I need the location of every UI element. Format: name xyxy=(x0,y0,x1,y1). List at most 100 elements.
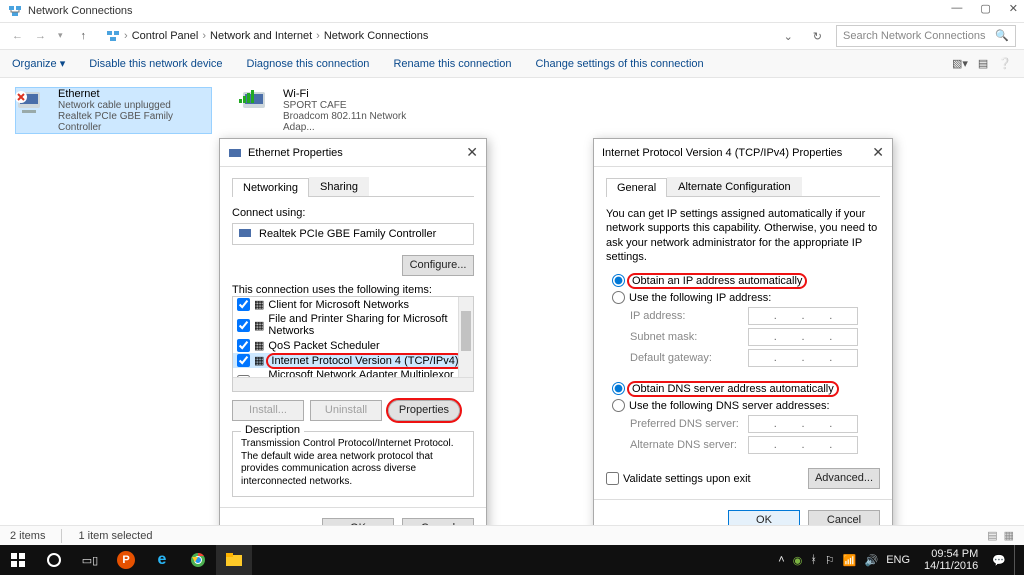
tab-strip: General Alternate Configuration xyxy=(606,177,880,197)
rename-button[interactable]: Rename this connection xyxy=(393,58,511,70)
tab-strip: Networking Sharing xyxy=(232,177,474,197)
configure-button[interactable]: Configure... xyxy=(402,255,474,276)
chevron-right-icon: › xyxy=(120,30,132,42)
adapter-ethernet[interactable]: Ethernet Network cable unplugged Realtek… xyxy=(16,88,211,133)
taskbar-app-potplayer[interactable]: P xyxy=(108,545,144,575)
adapter-device: Broadcom 802.11n Network Adap... xyxy=(283,111,436,133)
status-selection-count: 1 item selected xyxy=(78,530,152,542)
adapter-status: SPORT CAFE xyxy=(283,100,436,111)
signal-bars-icon xyxy=(239,90,271,122)
ip-auto-radio[interactable] xyxy=(612,274,625,287)
tray-volume-icon[interactable]: 🔊 xyxy=(865,554,879,567)
taskbar-app-explorer[interactable] xyxy=(216,545,252,575)
nav-forward-button[interactable]: → xyxy=(31,30,50,42)
disable-device-button[interactable]: Disable this network device xyxy=(89,58,222,70)
nav-back-button[interactable]: ← xyxy=(8,30,27,42)
action-center-button[interactable]: 💬 xyxy=(992,554,1006,567)
item-label: QoS Packet Scheduler xyxy=(268,340,379,352)
dns-manual-radio[interactable] xyxy=(612,399,625,412)
subnet-mask-input: ... xyxy=(748,328,858,346)
view-dropdown-button[interactable]: ▧▾ xyxy=(952,57,968,70)
network-connections-icon xyxy=(8,4,22,18)
tab-alternate-configuration[interactable]: Alternate Configuration xyxy=(667,177,802,196)
circle-icon xyxy=(47,553,61,567)
tab-networking[interactable]: Networking xyxy=(232,178,309,197)
ip-manual-radio[interactable] xyxy=(612,291,625,304)
dns-auto-radio[interactable] xyxy=(612,382,625,395)
ip-address-input: ... xyxy=(748,307,858,325)
list-item[interactable]: ▦Client for Microsoft Networks xyxy=(233,297,473,312)
taskbar-clock[interactable]: 09:54 PM 14/11/2016 xyxy=(918,548,984,572)
show-desktop-button[interactable] xyxy=(1014,545,1020,575)
tray-show-hidden-button[interactable]: ˄ xyxy=(778,554,784,566)
start-button[interactable] xyxy=(0,545,36,575)
search-input[interactable]: Search Network Connections 🔍 xyxy=(836,25,1016,47)
maximize-button[interactable]: ▢ xyxy=(980,2,990,15)
breadcrumb[interactable]: › Control Panel › Network and Internet ›… xyxy=(100,25,770,47)
window-title: Network Connections xyxy=(28,5,133,17)
dialog-title: Internet Protocol Version 4 (TCP/IPv4) P… xyxy=(602,147,842,159)
tab-general[interactable]: General xyxy=(606,178,667,197)
chevron-right-icon: › xyxy=(312,30,324,42)
nav-up-button[interactable]: ↑ xyxy=(75,30,93,42)
list-item[interactable]: ▦File and Printer Sharing for Microsoft … xyxy=(233,312,473,338)
address-dropdown-button[interactable]: ⌄ xyxy=(778,30,799,43)
alternate-dns-label: Alternate DNS server: xyxy=(630,439,740,451)
validate-settings-checkbox[interactable]: Validate settings upon exit xyxy=(606,472,751,485)
network-adapter-icon xyxy=(239,228,253,240)
ie-icon: e xyxy=(158,551,167,569)
search-placeholder: Search Network Connections xyxy=(843,26,985,46)
validate-settings-check[interactable] xyxy=(606,472,619,485)
taskbar-app-chrome[interactable] xyxy=(180,545,216,575)
cortana-search-button[interactable] xyxy=(36,545,72,575)
vertical-scrollbar[interactable] xyxy=(458,297,473,377)
list-item-ipv4[interactable]: ▦Internet Protocol Version 4 (TCP/IPv4) xyxy=(233,353,473,368)
task-view-button[interactable]: ▭▯ xyxy=(72,545,108,575)
advanced-button[interactable]: Advanced... xyxy=(808,468,880,489)
nav-recent-button[interactable]: ▾ xyxy=(54,30,67,42)
install-button[interactable]: Install... xyxy=(232,400,304,421)
horizontal-scrollbar[interactable] xyxy=(233,377,473,391)
large-icons-view-button[interactable]: ▦ xyxy=(1004,529,1014,542)
adapter-wifi[interactable]: Wi-Fi SPORT CAFE Broadcom 802.11n Networ… xyxy=(241,88,436,133)
dialog-close-button[interactable]: ✕ xyxy=(466,144,478,161)
connection-items-label: This connection uses the following items… xyxy=(232,284,474,296)
validate-settings-label: Validate settings upon exit xyxy=(623,473,751,485)
tab-sharing[interactable]: Sharing xyxy=(309,177,369,196)
details-view-button[interactable]: ▤ xyxy=(987,529,997,542)
details-pane-button[interactable]: ▤ xyxy=(978,57,988,70)
breadcrumb-item[interactable]: Network Connections xyxy=(324,30,429,42)
breadcrumb-item[interactable]: Network and Internet xyxy=(210,30,312,42)
list-item[interactable]: ▦QoS Packet Scheduler xyxy=(233,338,473,353)
tray-defender-icon[interactable]: ⚐ xyxy=(825,554,835,567)
item-checkbox[interactable] xyxy=(237,298,250,311)
diagnose-button[interactable]: Diagnose this connection xyxy=(247,58,370,70)
close-button[interactable]: ✕ xyxy=(1009,2,1018,15)
breadcrumb-item[interactable]: Control Panel xyxy=(132,30,199,42)
item-checkbox[interactable] xyxy=(237,339,250,352)
tray-wifi-icon[interactable]: 📶 xyxy=(843,554,857,567)
tray-bluetooth-icon[interactable]: ᚼ xyxy=(810,554,817,566)
dialog-close-button[interactable]: ✕ xyxy=(872,144,884,161)
component-icon: ▦ xyxy=(254,298,264,311)
connection-items-list[interactable]: ▦Client for Microsoft Networks ▦File and… xyxy=(232,296,474,392)
scroll-thumb[interactable] xyxy=(461,311,471,351)
item-checkbox[interactable] xyxy=(237,354,250,367)
help-button[interactable]: ❔ xyxy=(998,57,1012,70)
alternate-dns-input: ... xyxy=(748,436,858,454)
properties-button[interactable]: Properties xyxy=(388,400,460,421)
taskbar: ▭▯ P e ˄ ◉ ᚼ ⚐ 📶 🔊 ENG 09:54 PM 14/11/20… xyxy=(0,545,1024,575)
adapter-status: Network cable unplugged xyxy=(58,100,211,111)
uninstall-button[interactable]: Uninstall xyxy=(310,400,382,421)
organize-button[interactable]: Organize ▾ xyxy=(12,57,65,70)
tray-nvidia-icon[interactable]: ◉ xyxy=(793,554,803,567)
tray-language-button[interactable]: ENG xyxy=(886,554,910,566)
refresh-button[interactable]: ↻ xyxy=(807,30,828,43)
adapter-name: Wi-Fi xyxy=(283,88,436,100)
system-tray: ˄ ◉ ᚼ ⚐ 📶 🔊 ENG 09:54 PM 14/11/2016 💬 xyxy=(774,545,1024,575)
change-settings-button[interactable]: Change settings of this connection xyxy=(535,58,703,70)
minimize-button[interactable]: — xyxy=(951,2,962,15)
item-checkbox[interactable] xyxy=(237,319,250,332)
taskbar-app-ie[interactable]: e xyxy=(144,545,180,575)
clock-time: 09:54 PM xyxy=(924,548,978,560)
